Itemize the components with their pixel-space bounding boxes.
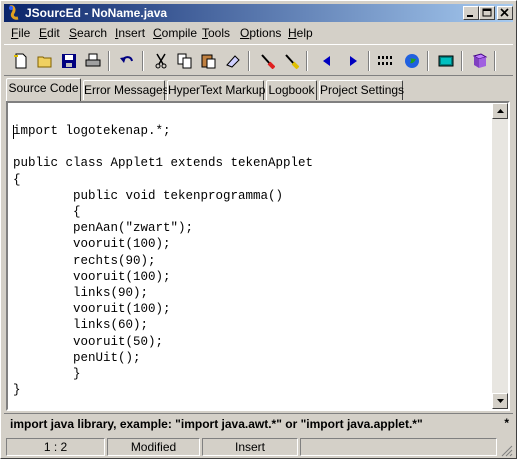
- undo-icon: [120, 56, 133, 63]
- tab-strip: Source Code Error Messages HyperText Mar…: [4, 78, 513, 101]
- title-bar[interactable]: JSourcEd - NoName.java: [4, 4, 513, 22]
- app-icon: [9, 5, 19, 20]
- toolbar-separator: [248, 51, 250, 71]
- toolbar-separator: [427, 51, 429, 71]
- app-window: JSourcEd - NoName.java File Edit Search …: [0, 0, 517, 459]
- new-file-icon: [14, 53, 27, 69]
- globe-button[interactable]: [401, 50, 423, 72]
- copy-icon: [177, 53, 192, 69]
- back-button[interactable]: [316, 50, 338, 72]
- window-title: JSourcEd - NoName.java: [25, 6, 168, 20]
- binary-icon: [378, 56, 392, 65]
- toolbar: [4, 44, 513, 76]
- book-icon: [472, 53, 488, 68]
- scroll-down-button[interactable]: [492, 393, 508, 409]
- menu-file[interactable]: File: [11, 26, 30, 40]
- toolbar-separator: [142, 51, 144, 71]
- undo-button[interactable]: [116, 50, 138, 72]
- menu-tools[interactable]: Tools: [202, 26, 230, 40]
- save-button[interactable]: [58, 50, 80, 72]
- calculator-button[interactable]: [435, 50, 457, 72]
- text-caret: [13, 125, 14, 139]
- calculator-icon: [438, 55, 454, 67]
- print-icon: [85, 53, 101, 67]
- clear-button[interactable]: [280, 50, 302, 72]
- tab-source-code[interactable]: Source Code: [6, 78, 81, 101]
- save-icon: [62, 54, 76, 68]
- paste-icon: [201, 54, 216, 69]
- arrow-up-icon: [497, 109, 504, 113]
- brush-icon: [261, 54, 275, 69]
- menu-search[interactable]: Search: [69, 26, 107, 40]
- maximize-button[interactable]: [479, 6, 495, 20]
- source-editor[interactable]: import logotekenap.*; public class Apple…: [8, 103, 493, 409]
- scroll-up-button[interactable]: [492, 103, 508, 119]
- minimize-button[interactable]: [463, 6, 479, 20]
- eraser-button[interactable]: [222, 50, 244, 72]
- toolbar-separator: [368, 51, 370, 71]
- menu-options[interactable]: Options: [240, 26, 281, 40]
- arrow-down-icon: [497, 399, 504, 403]
- cut-button[interactable]: [150, 50, 172, 72]
- toolbar-separator: [494, 51, 496, 71]
- menu-help[interactable]: Help: [288, 26, 313, 40]
- new-file-button[interactable]: [10, 50, 32, 72]
- close-button[interactable]: [497, 6, 513, 20]
- toolbar-separator: [306, 51, 308, 71]
- tab-hypertext-markup[interactable]: HyperText Markup: [167, 80, 265, 100]
- hint-bar: import java library, example: "import ja…: [4, 413, 513, 433]
- arrow-left-icon: [323, 56, 330, 66]
- menu-bar: File Edit Search Insert Compile Tools Op…: [4, 23, 513, 42]
- tab-project-settings[interactable]: Project Settings: [319, 80, 404, 100]
- eraser-icon: [226, 55, 240, 68]
- globe-icon: [405, 54, 419, 68]
- toolbar-separator: [461, 51, 463, 71]
- forward-button[interactable]: [342, 50, 364, 72]
- menu-edit[interactable]: Edit: [39, 26, 60, 40]
- arrow-right-icon: [350, 56, 357, 66]
- resize-grip-icon[interactable]: [499, 443, 513, 457]
- paste-button[interactable]: [198, 50, 220, 72]
- close-icon: [500, 8, 509, 17]
- copy-button[interactable]: [174, 50, 196, 72]
- modified-indicator: Modified: [107, 438, 200, 456]
- toolbar-separator: [108, 51, 110, 71]
- tab-logbook[interactable]: Logbook: [266, 80, 317, 100]
- cut-icon: [155, 53, 167, 69]
- print-button[interactable]: [82, 50, 104, 72]
- tab-error-messages[interactable]: Error Messages: [83, 80, 169, 100]
- status-bar: 1 : 2 Modified Insert: [4, 437, 513, 457]
- insert-mode-indicator: Insert: [202, 438, 298, 456]
- maximize-icon: [482, 8, 492, 17]
- cursor-position: 1 : 2: [6, 438, 105, 456]
- code-text[interactable]: import logotekenap.*; public class Apple…: [13, 123, 313, 398]
- minimize-icon: [467, 15, 473, 17]
- clear-icon: [285, 54, 299, 69]
- status-panel-empty: [300, 438, 497, 456]
- hint-marker: *: [504, 416, 509, 430]
- open-folder-icon: [37, 56, 52, 68]
- menu-compile[interactable]: Compile: [153, 26, 197, 40]
- vertical-scrollbar[interactable]: [492, 103, 508, 409]
- open-button[interactable]: [34, 50, 56, 72]
- brush-button[interactable]: [256, 50, 278, 72]
- editor-frame: import logotekenap.*; public class Apple…: [6, 101, 510, 411]
- help-book-button[interactable]: [469, 50, 491, 72]
- binary-button[interactable]: [375, 50, 397, 72]
- hint-text: import java library, example: "import ja…: [10, 417, 423, 431]
- menu-insert[interactable]: Insert: [115, 26, 145, 40]
